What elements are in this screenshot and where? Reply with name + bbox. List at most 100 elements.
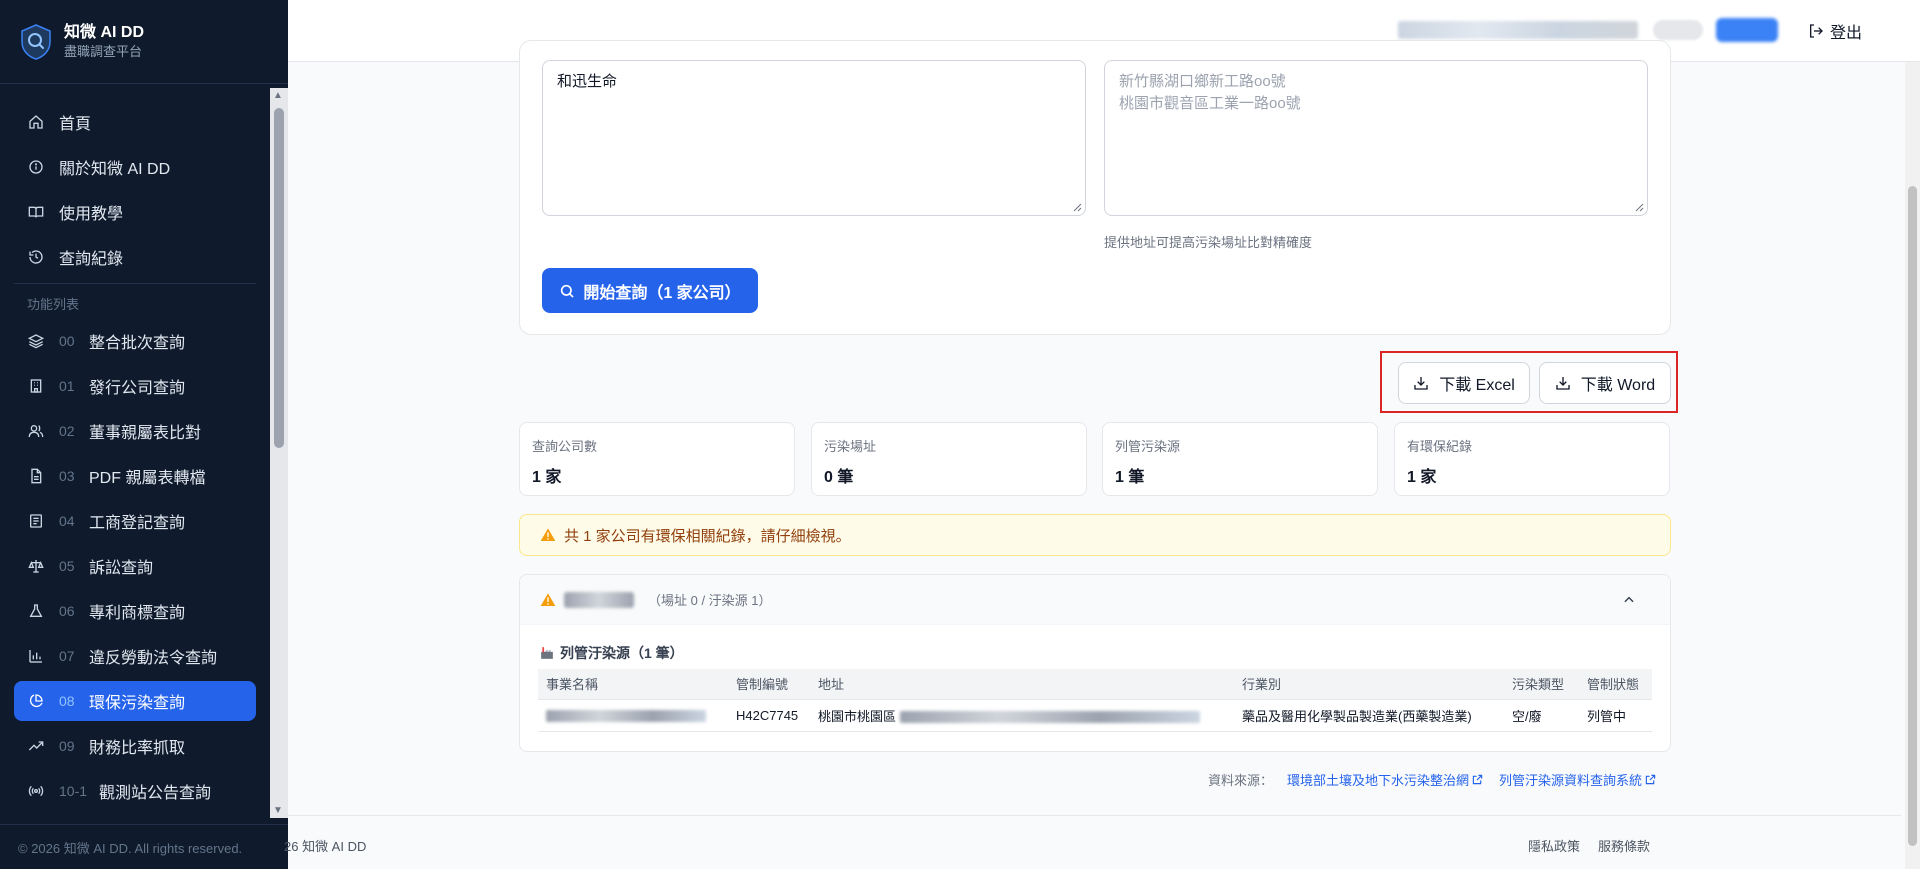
home-icon [27,113,45,131]
companies-input-value: 和迅生命 [557,73,618,90]
sidebar-item-label: 查詢紀錄 [59,251,124,268]
sidebar-item-pdf[interactable]: 03 PDF 親屬表轉檔 [14,456,256,496]
source-link-registry[interactable]: 列管汙染源資料查詢系統 [1499,770,1656,789]
stat-card-sources: 列管污染源 1 筆 [1102,422,1378,496]
page-scroll-thumb[interactable] [1908,186,1917,846]
sidebar-item-label: 首頁 [59,116,92,133]
warning-alert: 共 1 家公司有環保相關紀錄，請仔細檢視。 [519,514,1671,556]
sidebar-item-home[interactable]: 首頁 [14,102,256,142]
resize-handle-icon[interactable] [1072,202,1082,212]
sidebar-item-label: 關於知微 AI DD [59,161,171,178]
users-icon [27,422,45,440]
logout-icon [1810,24,1823,38]
sidebar-item-label: PDF 親屬表轉檔 [89,470,206,487]
column-header: 管制狀態 [1579,669,1652,700]
feature-number: 07 [59,648,75,664]
sidebar-item-directors[interactable]: 02 董事親屬表比對 [14,411,256,451]
resize-handle-icon[interactable] [1634,202,1644,212]
source-link-soil[interactable]: 環境部土壤及地下水污染整治網 [1287,770,1483,789]
feature-number: 06 [59,603,75,619]
brand-subtitle: 盡職調查平台 [64,44,143,59]
sources-label: 資料來源： [1208,773,1274,788]
sidebar-item-batch[interactable]: 00 整合批次查詢 [14,321,256,361]
address-placeholder-line: 新竹縣湖口鄉新工路oo號 [1119,73,1286,90]
page-scrollbar[interactable] [1905,62,1920,869]
sidebar-item-label: 董事親屬表比對 [89,425,202,442]
logout-label: 登出 [1830,25,1863,42]
scroll-down-icon[interactable]: ▼ [273,805,283,816]
table-row[interactable]: H42C7745 桃園市桃園區 藥品及醫用化學製品製造業(西藥製造業) 空/廢 … [538,699,1652,732]
nav-divider [14,283,256,284]
user-plan-badge-redacted [1716,18,1778,42]
sidebar-item-label: 使用教學 [59,206,124,223]
scroll-up-icon[interactable]: ▲ [273,90,283,101]
address-placeholder-line: 桃園市觀音區工業一路oo號 [1119,95,1301,112]
privacy-link[interactable]: 隱私政策 [1528,836,1580,855]
feature-number: 10-1 [59,783,88,799]
sidebar-item-label: 發行公司查詢 [89,380,186,397]
address-input[interactable]: 新竹縣湖口鄉新工路oo號 桃園市觀音區工業一路oo號 [1104,60,1648,216]
feature-number: 03 [59,468,75,484]
column-header: 地址 [810,669,1234,700]
source-section-label: 列管汙染源（1 筆） [560,645,684,661]
user-role-redacted [1653,20,1703,40]
sidebar-item-litigation[interactable]: 05 訴訟查詢 [14,546,256,586]
sidebar-item-about[interactable]: 關於知微 AI DD [14,147,256,187]
data-sources: 資料來源： 環境部土壤及地下水污染整治網 列管汙染源資料查詢系統 [1208,770,1672,789]
sidebar-item-labor[interactable]: 07 違反勞動法令查詢 [14,636,256,676]
file-icon [27,467,45,485]
stat-label: 查詢公司數 [532,439,598,454]
sidebar-scrollbar[interactable]: ▲ ▼ [270,88,288,818]
feature-number: 04 [59,513,75,529]
company-name-redacted [564,591,634,608]
download-excel-label: 下載 Excel [1439,377,1515,394]
brand-title: 知微 AI DD [64,24,145,41]
warning-icon [540,528,556,541]
sidebar-item-tutorial[interactable]: 使用教學 [14,192,256,232]
user-email-redacted [1398,21,1638,39]
download-word-button[interactable]: 下載 Word [1539,362,1671,404]
logout-button[interactable]: 登出 [1808,19,1862,43]
register-icon [27,512,45,530]
stat-card-sites: 污染場址 0 筆 [811,422,1087,496]
stat-label: 列管污染源 [1115,439,1181,454]
book-icon [27,203,45,221]
stat-value: 1 家 [1407,469,1437,486]
address-redacted [899,711,1200,724]
nav-section-label: 功能列表 [27,297,80,312]
control-number-cell: H42C7745 [728,699,810,732]
company-result-header[interactable]: （場址 0 / 汙染源 1） [520,575,1670,625]
feature-number: 02 [59,423,75,439]
footer-copyright: 26 知微 AI DD [284,839,367,854]
companies-input[interactable]: 和迅生命 [542,60,1086,216]
warning-alert-text: 共 1 家公司有環保相關紀錄，請仔細檢視。 [564,527,851,545]
sidebar-item-pollution[interactable]: 08 環保污染查詢 [14,681,256,721]
sidebar-scroll-thumb[interactable] [274,108,284,448]
trending-up-icon [27,737,45,755]
sidebar-item-label: 工商登記查詢 [89,515,186,532]
bar-chart-icon [27,647,45,665]
sidebar-item-label: 整合批次查詢 [89,335,186,352]
feature-number: 00 [59,333,75,349]
start-query-button[interactable]: 開始查詢（1 家公司） [542,268,758,313]
sidebar-item-mops[interactable]: 10-1 觀測站公告查詢 [14,771,256,811]
factory-icon [541,647,553,659]
sidebar-item-issuer[interactable]: 01 發行公司查詢 [14,366,256,406]
feature-number: 09 [59,738,75,754]
result-counts: （場址 0 / 汙染源 1） [648,593,772,608]
pollution-type-cell: 空/廢 [1504,699,1579,732]
address-prefix: 桃園市桃園區 [818,708,897,724]
brand[interactable]: 知微 AI DD 盡職調查平台 [0,0,288,84]
shield-search-icon [21,23,51,60]
facility-name-redacted [546,710,706,723]
sidebar-item-registry[interactable]: 04 工商登記查詢 [14,501,256,541]
source-link-text: 環境部土壤及地下水污染整治網 [1287,773,1470,788]
sidebar-item-history[interactable]: 查詢紀錄 [14,237,256,277]
address-cell: 桃園市桃園區 [810,699,1234,732]
download-excel-button[interactable]: 下載 Excel [1398,362,1530,404]
chevron-up-icon[interactable] [1622,593,1636,607]
sidebar-item-patent[interactable]: 06 專利商標查詢 [14,591,256,631]
terms-link[interactable]: 服務條款 [1598,836,1650,855]
table-header-row: 事業名稱 管制編號 地址 行業別 污染類型 管制狀態 [538,669,1652,700]
sidebar-item-financial[interactable]: 09 財務比率抓取 [14,726,256,766]
